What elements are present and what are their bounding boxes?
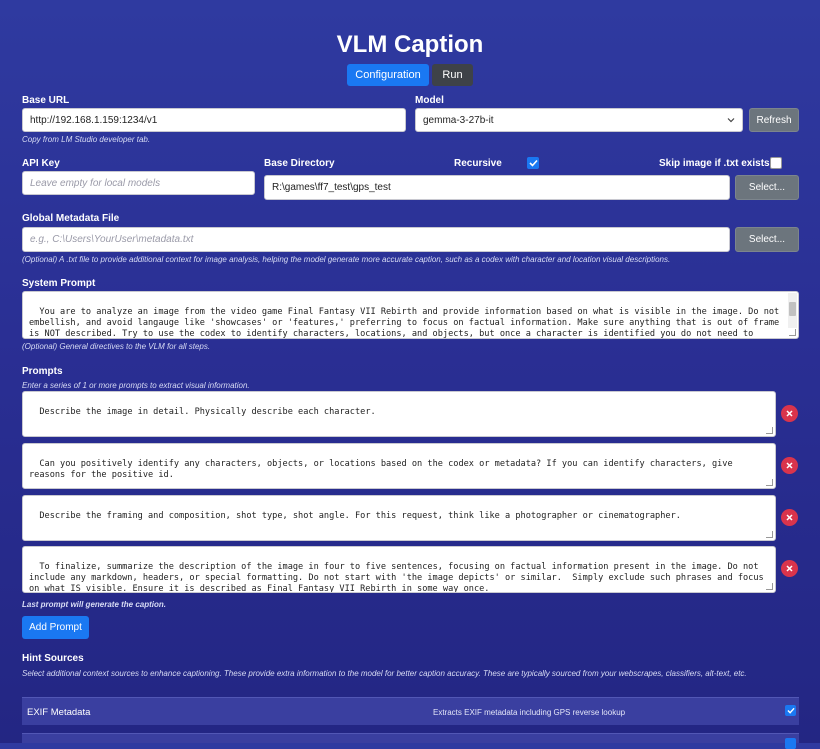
system-prompt-text: You are to analyze an image from the vid… [29, 307, 780, 339]
hint-source-description: Extracts EXIF metadata including GPS rev… [433, 708, 626, 717]
add-prompt-button[interactable]: Add Prompt [22, 616, 89, 639]
hint-source-checkbox[interactable] [785, 738, 796, 749]
api-key-input[interactable]: Leave empty for local models [22, 171, 255, 195]
hint-source-row-exif: EXIF Metadata Extracts EXIF metadata inc… [22, 697, 799, 725]
base-directory-select-button[interactable]: Select... [735, 175, 799, 200]
recursive-checkbox[interactable] [527, 157, 539, 169]
metadata-label: Global Metadata File [22, 213, 120, 224]
tab-run[interactable]: Run [432, 64, 473, 86]
base-url-input[interactable]: http://192.168.1.159:1234/v1 [22, 108, 406, 132]
prompt-text: Describe the framing and composition, sh… [39, 511, 681, 521]
hint-source-checkbox[interactable] [785, 705, 796, 716]
tab-configuration[interactable]: Configuration [347, 64, 429, 86]
skip-image-label: Skip image if .txt exists [659, 158, 770, 169]
chevron-down-icon [727, 115, 735, 126]
close-icon [786, 462, 793, 469]
close-icon [786, 514, 793, 521]
base-directory-label: Base Directory [264, 158, 335, 169]
remove-prompt-button-4[interactable] [781, 560, 798, 577]
prompt-textarea-2[interactable]: Can you positively identify any characte… [22, 443, 776, 489]
system-prompt-label: System Prompt [22, 278, 96, 289]
check-icon [786, 707, 795, 714]
prompt-textarea-1[interactable]: Describe the image in detail. Physically… [22, 391, 776, 437]
prompts-label: Prompts [22, 366, 63, 377]
check-icon [528, 159, 538, 167]
hint-source-name: EXIF Metadata [27, 707, 91, 718]
refresh-button[interactable]: Refresh [749, 108, 799, 132]
prompt-textarea-4[interactable]: To finalize, summarize the description o… [22, 546, 776, 593]
model-select[interactable]: gemma-3-27b-it [415, 108, 743, 132]
prompts-hint: Enter a series of 1 or more prompts to e… [22, 381, 250, 390]
close-icon [786, 565, 793, 572]
recursive-label: Recursive [454, 158, 502, 169]
prompt-textarea-3[interactable]: Describe the framing and composition, sh… [22, 495, 776, 541]
skip-image-checkbox[interactable] [770, 157, 782, 169]
remove-prompt-button-2[interactable] [781, 457, 798, 474]
system-prompt-hint: (Optional) General directives to the VLM… [22, 342, 211, 351]
base-url-hint: Copy from LM Studio developer tab. [22, 135, 151, 144]
app-title: VLM Caption [336, 31, 484, 58]
prompts-footer: Last prompt will generate the caption. [22, 600, 167, 609]
base-url-label: Base URL [22, 95, 70, 106]
scrollbar[interactable] [788, 293, 797, 328]
close-icon [786, 410, 793, 417]
prompt-text: Can you positively identify any characte… [29, 459, 738, 480]
hint-sources-hint: Select additional context sources to enh… [22, 669, 747, 678]
model-label: Model [415, 95, 444, 106]
remove-prompt-button-3[interactable] [781, 509, 798, 526]
remove-prompt-button-1[interactable] [781, 405, 798, 422]
metadata-select-button[interactable]: Select... [735, 227, 799, 252]
prompt-text: To finalize, summarize the description o… [29, 562, 769, 593]
metadata-hint: (Optional) A .txt file to provide additi… [22, 255, 671, 264]
model-select-value: gemma-3-27b-it [423, 114, 494, 126]
hint-sources-label: Hint Sources [22, 653, 84, 664]
hint-source-row-next [22, 733, 799, 749]
system-prompt-textarea[interactable]: You are to analyze an image from the vid… [22, 291, 799, 339]
api-key-label: API Key [22, 158, 60, 169]
prompt-text: Describe the image in detail. Physically… [39, 407, 376, 417]
base-directory-input[interactable]: R:\games\ff7_test\gps_test [264, 175, 730, 200]
metadata-input[interactable]: e.g., C:\Users\YourUser\metadata.txt [22, 227, 730, 252]
